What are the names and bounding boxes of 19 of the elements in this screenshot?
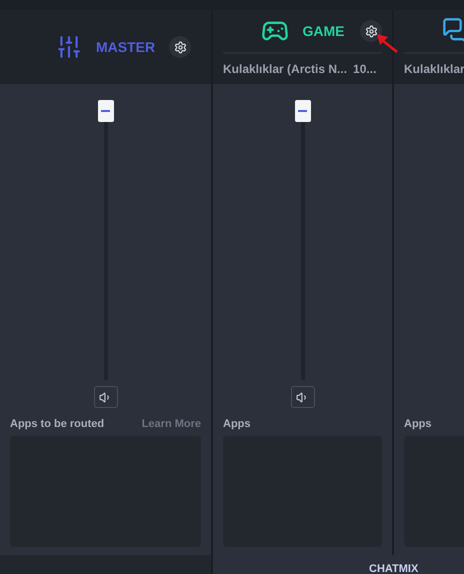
gear-icon: [174, 40, 186, 54]
slider-thumb[interactable]: [294, 100, 310, 122]
channel-name: GAME: [302, 23, 344, 39]
mute-button[interactable]: [290, 386, 314, 408]
settings-button[interactable]: [360, 20, 382, 42]
speaker-icon: [296, 390, 309, 404]
channel-name: MASTER: [96, 39, 156, 55]
device-info: 10...: [353, 62, 376, 76]
chatmix-label: CHATMIX: [369, 563, 418, 574]
speaker-icon: [99, 390, 112, 404]
slider-thumb[interactable]: [98, 100, 114, 122]
apps-label: Apps to be routed: [10, 418, 104, 430]
device-name: Kulaklıklar (Arctis N...: [223, 62, 348, 76]
learn-more-link[interactable]: Learn More: [142, 418, 201, 430]
apps-label: Apps: [404, 418, 432, 430]
mute-button[interactable]: [94, 386, 118, 408]
gear-icon: [364, 24, 378, 38]
settings-button[interactable]: [169, 36, 191, 58]
apps-label: Apps: [223, 418, 250, 430]
